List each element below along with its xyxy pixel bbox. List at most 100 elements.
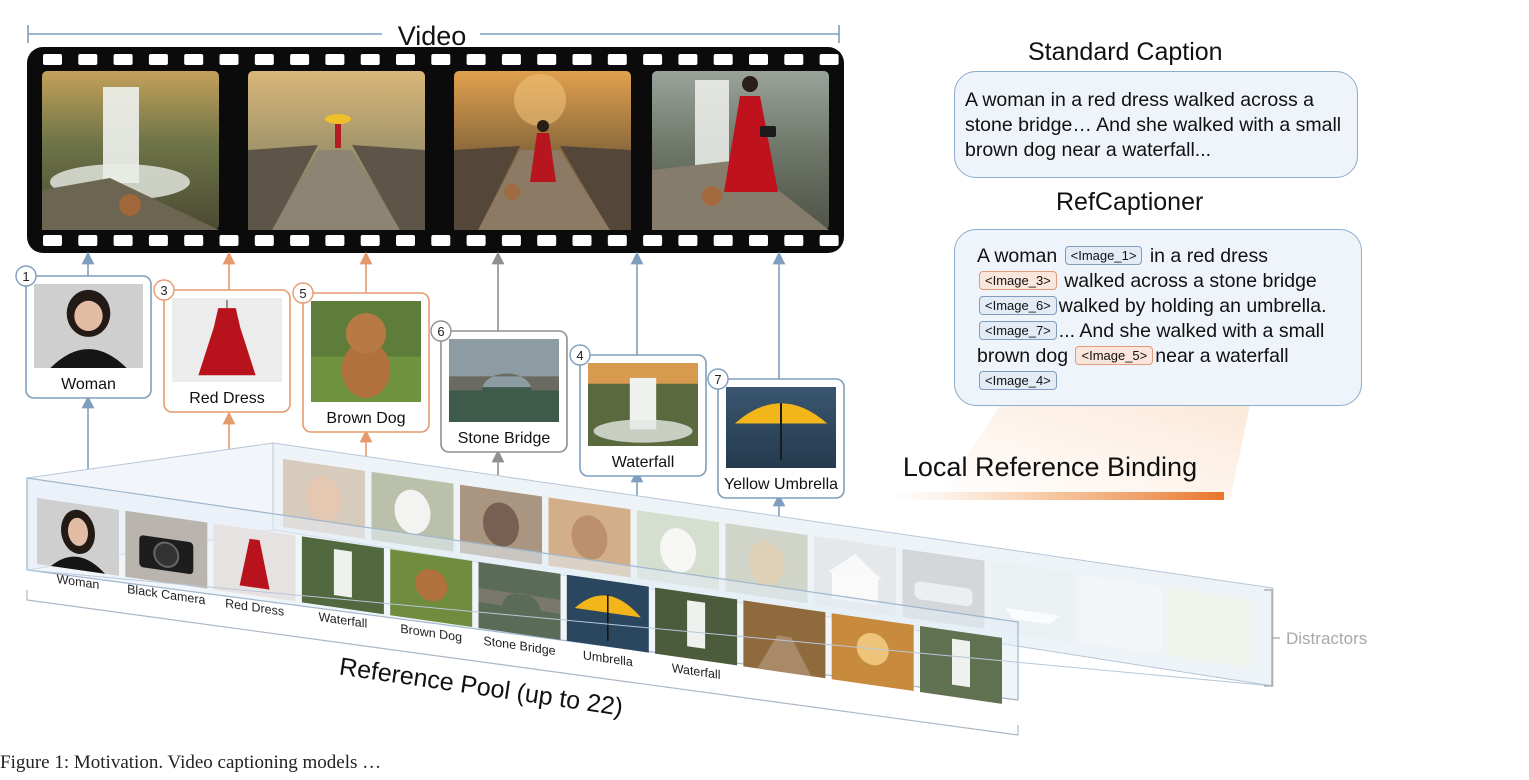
image-reference-tag: <Image_6> [979, 296, 1057, 315]
sprocket-hole-top [396, 54, 415, 65]
reference-number: 6 [437, 324, 444, 339]
distractors-label: Distractors [1286, 629, 1367, 648]
reference-label: Red Dress [189, 390, 265, 407]
image-reference-tag: <Image_7> [979, 321, 1057, 340]
reference-number: 4 [576, 348, 583, 363]
sprocket-hole-top [78, 54, 98, 65]
reference-number: 5 [299, 286, 306, 301]
sprocket-hole-top [572, 54, 592, 65]
dog-icon [119, 194, 141, 216]
reference-card-brown-dog: 5 Brown Dog [292, 282, 430, 433]
sprocket-hole-bottom [184, 235, 204, 246]
sprocket-hole-top [325, 54, 345, 65]
sprocket-hole-top [219, 54, 239, 65]
sprocket-hole-bottom [784, 235, 804, 246]
red-dress-icon [172, 298, 282, 382]
sprocket-hole-top [184, 54, 204, 65]
sprocket-hole-top [290, 54, 310, 65]
sprocket-hole-bottom [819, 235, 839, 246]
sprocket-hole-top [113, 54, 133, 65]
sprocket-hole-bottom [501, 235, 521, 246]
figure-caption: Figure 1: Motivation. Video captioning m… [0, 752, 382, 773]
pool-item: Red Dress [213, 523, 296, 619]
pool-item: Black Camera [125, 510, 208, 607]
binding-label: Local Reference Binding [903, 452, 1197, 482]
pool-item: Waterfall [301, 536, 384, 631]
sprocket-hole-bottom [713, 235, 733, 246]
yellow-umbrella-icon [726, 387, 836, 468]
sprocket-hole-top [784, 54, 804, 65]
video-frame-2 [248, 71, 425, 230]
standard-caption-box: A woman in a red dress walked across a s… [954, 71, 1358, 178]
caption-text-segment: walked across a stone bridge [1058, 270, 1317, 292]
reference-card-yellow-umbrella: 7 Yellow Umbrella [707, 368, 845, 499]
refcaptioner-box: A woman <Image_1> in a red dress <Image_… [954, 229, 1362, 406]
video-frame-4 [652, 71, 829, 230]
sprocket-hole-top [749, 54, 768, 65]
reference-label: Yellow Umbrella [724, 476, 838, 493]
refcaptioner-text: A woman <Image_1> in a red dress <Image_… [977, 245, 1327, 392]
reference-card-waterfall: 4 Waterfall [569, 344, 707, 477]
image-reference-tag: <Image_5> [1075, 346, 1154, 365]
sprocket-hole-top [713, 54, 733, 65]
pool-item: Umbrella [566, 574, 649, 669]
sprocket-hole-bottom [78, 235, 98, 246]
caption-text-segment: near a waterfall [1155, 345, 1289, 367]
reference-number: 3 [160, 283, 167, 298]
refcaptioner-title: RefCaptioner [1056, 188, 1204, 216]
woman-portrait-icon [34, 284, 143, 368]
sprocket-hole-top [501, 54, 521, 65]
binding-underline [890, 492, 1224, 500]
pool-item: Waterfall [655, 587, 738, 682]
stone-bridge-icon [449, 339, 559, 422]
sprocket-hole-bottom [643, 235, 663, 246]
sprocket-hole-bottom [360, 235, 380, 246]
video-title: Video [398, 21, 467, 51]
pool-item [920, 625, 1002, 704]
sprocket-hole-bottom [466, 235, 486, 246]
standard-caption-text: A woman in a red dress walked across a s… [965, 89, 1342, 161]
pool-item-label: Umbrella [583, 648, 633, 669]
sprocket-hole-top [537, 54, 557, 65]
standard-caption-title: Standard Caption [1028, 38, 1223, 66]
pool-item: Stone Bridge [478, 561, 561, 658]
image-reference-tag: <Image_1> [1064, 246, 1143, 265]
reference-card-red-dress: 3 Red Dress [153, 279, 291, 413]
sprocket-hole-bottom [113, 235, 133, 246]
sprocket-hole-bottom [254, 235, 274, 246]
waterfall-icon [588, 363, 698, 446]
pool-item [743, 600, 826, 679]
sprocket-hole-bottom [572, 235, 592, 246]
caption-text-segment: A woman [977, 245, 1063, 267]
image-reference-tag: <Image_4> [979, 371, 1057, 390]
sprocket-hole-bottom [431, 235, 451, 246]
sprocket-hole-top [819, 54, 839, 65]
reference-number: 7 [714, 372, 721, 387]
pool-item: Brown Dog [390, 549, 473, 645]
sprocket-hole-top [431, 54, 451, 65]
mist-icon [1079, 574, 1162, 655]
sprocket-hole-bottom [537, 235, 557, 246]
camera-icon [760, 126, 776, 137]
sprocket-hole-bottom [396, 235, 415, 246]
reference-label: Woman [61, 376, 116, 393]
pool-item-label: Waterfall [672, 661, 721, 682]
image-reference-tag: <Image_3> [979, 271, 1057, 290]
sprocket-hole-top [148, 54, 168, 65]
reference-label: Stone Bridge [458, 430, 551, 447]
field-icon [1168, 587, 1250, 668]
sprocket-hole-top [360, 54, 380, 65]
reference-card-woman: 1 Woman [15, 265, 152, 399]
reference-label: Waterfall [612, 454, 675, 471]
pool-title: Reference Pool (up to 22) [337, 653, 624, 722]
sprocket-hole-bottom [43, 235, 62, 246]
caption-text-segment: in a red dress [1144, 245, 1268, 267]
sprocket-hole-top [643, 54, 663, 65]
sprocket-hole-bottom [148, 235, 168, 246]
sprocket-hole-bottom [749, 235, 768, 246]
sprocket-hole-bottom [219, 235, 239, 246]
sprocket-hole-top [466, 54, 486, 65]
sprocket-hole-bottom [325, 235, 345, 246]
brown-dog-icon [311, 301, 421, 402]
sprocket-hole-bottom [290, 235, 310, 246]
